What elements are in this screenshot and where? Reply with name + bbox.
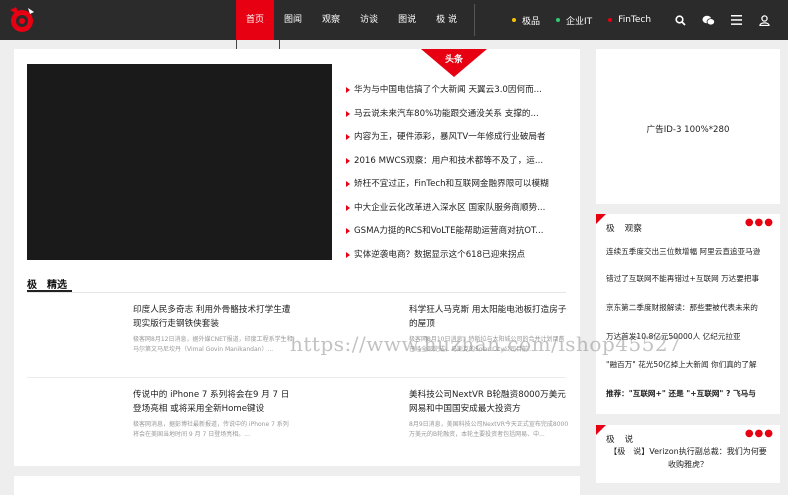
article-summary: 极客网8月10日消息，特斯拉与太阳城公司的合并计划目前已经全部完成，马斯克的So… — [409, 336, 565, 353]
headline-ribbon-label: 头条 — [444, 55, 463, 65]
recommend-link[interactable]: 推荐："互联网+" 还是 "+互联网" ? 飞马与 — [606, 388, 776, 399]
article-title[interactable]: 美科技公司NextVR B轮融资8000万美元 网易和中国国安成最大投资方 — [409, 388, 569, 416]
box-title-b: 说 — [624, 435, 634, 445]
observe-box: 极观察 ●●● 连续五季度交出三位数增幅 阿里云直追亚马逊 错过了互联网不能再错… — [596, 214, 780, 414]
headline-item[interactable]: 中大企业云化改革进入深水区 国家队服务商顺势... — [346, 198, 556, 222]
link-label: 企业IT — [566, 16, 593, 27]
link-fintech[interactable]: FinTech — [608, 15, 651, 25]
header-tools — [666, 0, 778, 40]
article-summary: 极客网8月12日消息，据外媒CNET报道，印度工程系学生和马尔第文马尼坎丹（Vi… — [133, 336, 293, 353]
search-button[interactable] — [666, 0, 694, 40]
ad-placeholder-text: 广告ID-3 100%*280 — [646, 125, 730, 135]
more-button[interactable]: ●●● — [745, 217, 774, 228]
observe-item[interactable]: "融百万" 花光50亿掉上大新闻 你们真的了解 — [606, 359, 772, 370]
nav-item-observe[interactable]: 观察 — [312, 0, 350, 40]
box-title: 极说 — [606, 433, 643, 445]
article-card[interactable]: 科学狂人马克斯 用太阳能电池板打造房子的屋顶 极客网8月10日消息，特斯拉与太阳… — [303, 303, 571, 369]
article-summary: 极客网消息，据彭博社最新报道，传说中的 iPhone 7 系列将会在美国当地时间… — [133, 421, 289, 438]
article-thumbnail[interactable] — [27, 303, 122, 363]
hamburger-menu-icon — [730, 15, 742, 25]
article-title[interactable]: 传说中的 iPhone 7 系列将会在9 月 7 日登场亮相 或将采用全新Hom… — [133, 388, 293, 416]
yellow-dot-icon — [512, 18, 516, 22]
more-button[interactable]: ●●● — [745, 428, 774, 439]
headline-item[interactable]: GSMA力挺的RCS和VoLTE能帮助运营商对抗OT... — [346, 221, 556, 245]
box-title-b: 观察 — [624, 224, 642, 234]
next-section-panel — [14, 476, 580, 495]
logo-mark-icon — [10, 7, 34, 32]
box-title-a: 极 — [606, 435, 615, 445]
box-title: 极观察 — [606, 222, 652, 234]
headline-item[interactable]: 2016 MWCS观察：用户和技术都等不及了，运... — [346, 151, 556, 175]
nav-item-ji-talk[interactable]: 极 说 — [426, 0, 467, 40]
article-card[interactable]: 传说中的 iPhone 7 系列将会在9 月 7 日登场亮相 或将采用全新Hom… — [27, 388, 295, 454]
article-thumbnail[interactable] — [303, 388, 398, 448]
headline-item[interactable]: 华为与中国电信搞了个大新闻 天翼云3.0因何而... — [346, 80, 556, 104]
main-nav: 首页 图闻 观察 访谈 图说 极 说 — [236, 0, 467, 40]
observe-item[interactable]: 万达首发10.8亿元50000人 亿纪元拉亚 — [606, 331, 772, 342]
link-enterprise-it[interactable]: 企业IT — [556, 14, 592, 27]
article-title[interactable]: 科学狂人马克斯 用太阳能电池板打造房子的屋顶 — [409, 303, 569, 331]
nav-item-home[interactable]: 首页 — [236, 0, 275, 40]
link-jipin[interactable]: 极品 — [512, 14, 540, 27]
red-dot-icon — [608, 18, 613, 22]
wechat-icon — [702, 15, 715, 25]
menu-button[interactable] — [722, 0, 750, 40]
green-dot-icon — [556, 18, 561, 22]
article-thumbnail[interactable] — [303, 303, 398, 363]
nav-divider — [474, 4, 475, 36]
link-label: FinTech — [618, 15, 652, 25]
channel-links: 极品 企业IT FinTech — [512, 0, 667, 40]
hero-slideshow[interactable] — [27, 64, 332, 260]
article-card[interactable]: 印度人民多奇志 利用外骨骼技术打学生遭现实版行走钢铁侠套装 极客网8月12日消息… — [27, 303, 295, 369]
search-icon — [674, 14, 686, 26]
user-button[interactable] — [750, 0, 778, 40]
article-card[interactable]: 美科技公司NextVR B轮融资8000万美元 网易和中国国安成最大投资方 8月… — [303, 388, 571, 454]
wechat-button[interactable] — [694, 0, 722, 40]
corner-flag-icon — [596, 214, 606, 224]
ji-talk-box: 极说 ●●● 【极 说】Verizon执行副总裁：我们为何要收购雅虎？ — [596, 425, 780, 483]
article-summary: 8月9日消息，美国科技公司NextVR今天正式宣布完成8000万美元的B轮融资，… — [409, 421, 569, 438]
observe-item[interactable]: 错过了互联网不能再错过+互联网 万达要把事 — [606, 273, 772, 284]
headline-item[interactable]: 马云说未来汽车80%功能跟交通没关系 支撑的... — [346, 104, 556, 128]
nav-item-picture-talk[interactable]: 图说 — [388, 0, 426, 40]
box-title-a: 极 — [606, 224, 615, 234]
observe-item[interactable]: 京东第二季度财报解读：那些要被代表未来的 — [606, 302, 772, 313]
link-label: 极品 — [522, 16, 541, 27]
top-navbar: 首页 图闻 观察 访谈 图说 极 说 极品 企业IT FinTech — [0, 0, 788, 40]
observe-item[interactable]: 连续五季度交出三位数增幅 阿里云直追亚马逊 — [606, 246, 772, 257]
site-logo[interactable] — [6, 4, 40, 34]
nav-item-interview[interactable]: 访谈 — [350, 0, 388, 40]
headline-item[interactable]: 矫枉不宜过正，FinTech和互联网金融界限可以模糊 — [346, 174, 556, 198]
ad-banner[interactable]: 广告ID-3 100%*280 — [596, 49, 780, 204]
card-divider — [27, 377, 566, 378]
section-title: 极精选 — [27, 276, 77, 291]
headline-item[interactable]: 内容为王，硬件添彩，暴风TV一年修成行业破局者 — [346, 127, 556, 151]
corner-flag-icon — [596, 425, 606, 435]
ji-talk-article[interactable]: 【极 说】Verizon执行副总裁：我们为何要收购雅虎？ — [606, 445, 770, 471]
nav-item-picture-news[interactable]: 图闻 — [274, 0, 312, 40]
article-thumbnail[interactable] — [27, 388, 122, 448]
section-divider — [27, 292, 566, 293]
headline-item[interactable]: 实体逆袭电商？数据显示这个618已迎来拐点 — [346, 245, 556, 269]
headline-list: 华为与中国电信搞了个大新闻 天翼云3.0因何而... 马云说未来汽车80%功能跟… — [346, 80, 556, 268]
user-icon — [758, 14, 770, 26]
article-title[interactable]: 印度人民多奇志 利用外骨骼技术打学生遭现实版行走钢铁侠套装 — [133, 303, 293, 331]
